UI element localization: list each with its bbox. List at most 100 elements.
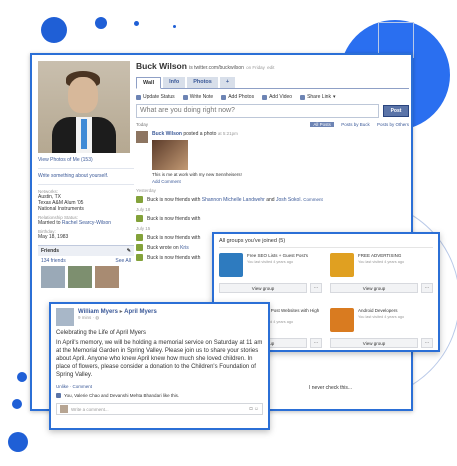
activity-text: Buck is now friends with: [147, 196, 201, 203]
avatar[interactable]: [136, 131, 148, 143]
friend-avatar[interactable]: [41, 266, 65, 288]
more-options-button[interactable]: ···: [421, 283, 433, 293]
add-photos-label: Add Photos: [228, 94, 255, 100]
filter-posts-by-others[interactable]: Posts by Others: [377, 122, 409, 127]
view-group-button[interactable]: View group: [330, 283, 418, 293]
divider: [38, 184, 134, 185]
pencil-icon[interactable]: ✎: [127, 248, 131, 254]
story-time: at 5:21pm: [217, 131, 238, 136]
spouse-link[interactable]: Rachel Searcy-Wilson: [62, 220, 111, 226]
birthday-value: May 18, 1983: [38, 234, 69, 240]
tab-photos[interactable]: Photos: [187, 77, 218, 88]
friends-icon: [136, 215, 143, 222]
target-link[interactable]: April Myers: [124, 309, 157, 315]
group-name[interactable]: FREE ADVERTISING: [358, 253, 404, 259]
link-icon: [300, 94, 306, 100]
story-actor-link[interactable]: Buck Wilson: [152, 131, 182, 137]
decor-dot: [134, 21, 139, 26]
share-link-action[interactable]: Share Link ▾: [300, 94, 335, 100]
view-group-button[interactable]: View group: [330, 338, 418, 348]
profile-photo[interactable]: [38, 61, 130, 153]
group-meta: You last visited 4 years ago: [247, 259, 294, 264]
activity-text: Buck wrote on: [147, 244, 179, 251]
memorial-post-card: William Myers ▸ April Myers 9 mins · ◍ C…: [49, 302, 270, 430]
comment-input[interactable]: Write a comment...: [71, 407, 246, 412]
comment-box: Write a comment... ◘ ☺: [56, 403, 263, 415]
status-icon: [136, 94, 141, 100]
group-name[interactable]: Android Developers: [358, 308, 404, 314]
decor-dot: [8, 432, 28, 452]
group-card: Free SEO Lists + Guest Post's You last vi…: [219, 253, 322, 301]
friend-link[interactable]: Shannon Michelle Landwehr: [202, 197, 265, 203]
date-label: July 18: [136, 207, 151, 212]
friends-box-header: Friends ✎: [38, 245, 134, 256]
group-thumbnail[interactable]: [219, 253, 243, 277]
decor-dot: [17, 372, 27, 382]
filter-posts-by-buck[interactable]: Posts by Buck: [341, 122, 370, 127]
group-name[interactable]: Free SEO Lists + Guest Post's: [247, 253, 308, 259]
write-about-link[interactable]: Write something about yourself.: [38, 173, 134, 179]
tab-wall[interactable]: Wall: [136, 77, 162, 89]
friends-icon: [136, 254, 143, 261]
post-button[interactable]: Post: [383, 105, 409, 117]
video-icon: [262, 94, 268, 100]
update-status-action[interactable]: Update Status: [136, 94, 175, 100]
add-video-action[interactable]: Add Video: [262, 94, 292, 100]
likes-text[interactable]: You, Valerie Chao and Devanshi Mehta Bha…: [64, 393, 179, 398]
see-all-link[interactable]: See All: [115, 258, 131, 264]
arrow-right-icon: ▸: [119, 309, 123, 315]
relationship-prefix: Married to: [38, 220, 61, 226]
profile-sidebar: View Photos of Me (153) Write something …: [38, 61, 134, 288]
post-timestamp[interactable]: 9 mins ·: [78, 315, 94, 320]
avatar[interactable]: [56, 308, 74, 326]
group-meta: You last visited 4 years ago: [358, 314, 405, 319]
friend-link[interactable]: Kris: [180, 245, 189, 251]
groups-title: All groups you've joined (5): [219, 238, 433, 248]
activity-item: Buck is now friends with: [136, 215, 409, 222]
story-caption: This is me at work with my new Sennheise…: [152, 172, 242, 177]
tab-add[interactable]: +: [219, 77, 236, 88]
more-options-button[interactable]: ···: [310, 283, 322, 293]
tab-info[interactable]: Info: [163, 77, 186, 88]
group-card: FREE ADVERTISING You last visited 4 years…: [330, 253, 433, 301]
chevron-down-icon: ▾: [332, 94, 336, 100]
more-options-button[interactable]: ···: [421, 338, 433, 348]
date-label: July 15: [136, 226, 151, 231]
group-thumbnail[interactable]: [330, 308, 354, 332]
status-input[interactable]: What are you doing right now?: [136, 104, 379, 118]
camera-icon[interactable]: ◘ ☺: [249, 406, 259, 412]
relationship-status: Married to Rachel Searcy-Wilson: [38, 220, 134, 226]
post-title: Celebrating the Life of April Myers: [56, 330, 147, 336]
comment-link[interactable]: Comment: [303, 197, 323, 202]
profile-name: Buck Wilson: [136, 61, 187, 71]
more-options-button[interactable]: ···: [310, 338, 322, 348]
group-thumbnail[interactable]: [330, 253, 354, 277]
date-label: Yesterday: [136, 188, 156, 193]
divider: [38, 168, 134, 169]
friend-avatar[interactable]: [95, 266, 119, 288]
add-comment-link[interactable]: Add Comment: [152, 179, 242, 184]
likes-row: You, Valerie Chao and Devanshi Mehta Bha…: [56, 393, 263, 398]
peek-text: I never check this...: [309, 385, 353, 391]
write-note-action[interactable]: Write Note: [182, 94, 213, 100]
group-meta: You last visited 4 years ago: [358, 259, 405, 264]
wall-post-icon: [136, 244, 143, 251]
view-group-button[interactable]: View group: [219, 283, 307, 293]
friend-avatar[interactable]: [68, 266, 92, 288]
friends-count-row: 134 friends See All: [38, 256, 134, 266]
view-photos-link[interactable]: View Photos of Me (153): [38, 157, 134, 163]
photo-icon: [221, 94, 227, 100]
post-body: In April's memory, we will be holding a …: [56, 340, 263, 378]
composer-actions: Update Status Write Note Add Photos Add …: [136, 94, 409, 100]
profile-tabs: Wall Info Photos +: [136, 77, 409, 89]
activity-and: and: [266, 196, 275, 203]
add-photos-action[interactable]: Add Photos: [221, 94, 254, 100]
post-actions[interactable]: Unlike · Comment: [56, 384, 263, 389]
update-status-label: Update Status: [143, 94, 175, 100]
friend-link[interactable]: Josh Sokol.: [276, 197, 302, 203]
filter-all-posts[interactable]: All Posts: [310, 122, 334, 127]
edit-status-link[interactable]: edit: [267, 65, 274, 70]
story-photo[interactable]: [152, 140, 188, 170]
friends-title: Friends: [41, 248, 60, 254]
friends-count-link[interactable]: 134 friends: [41, 258, 66, 264]
